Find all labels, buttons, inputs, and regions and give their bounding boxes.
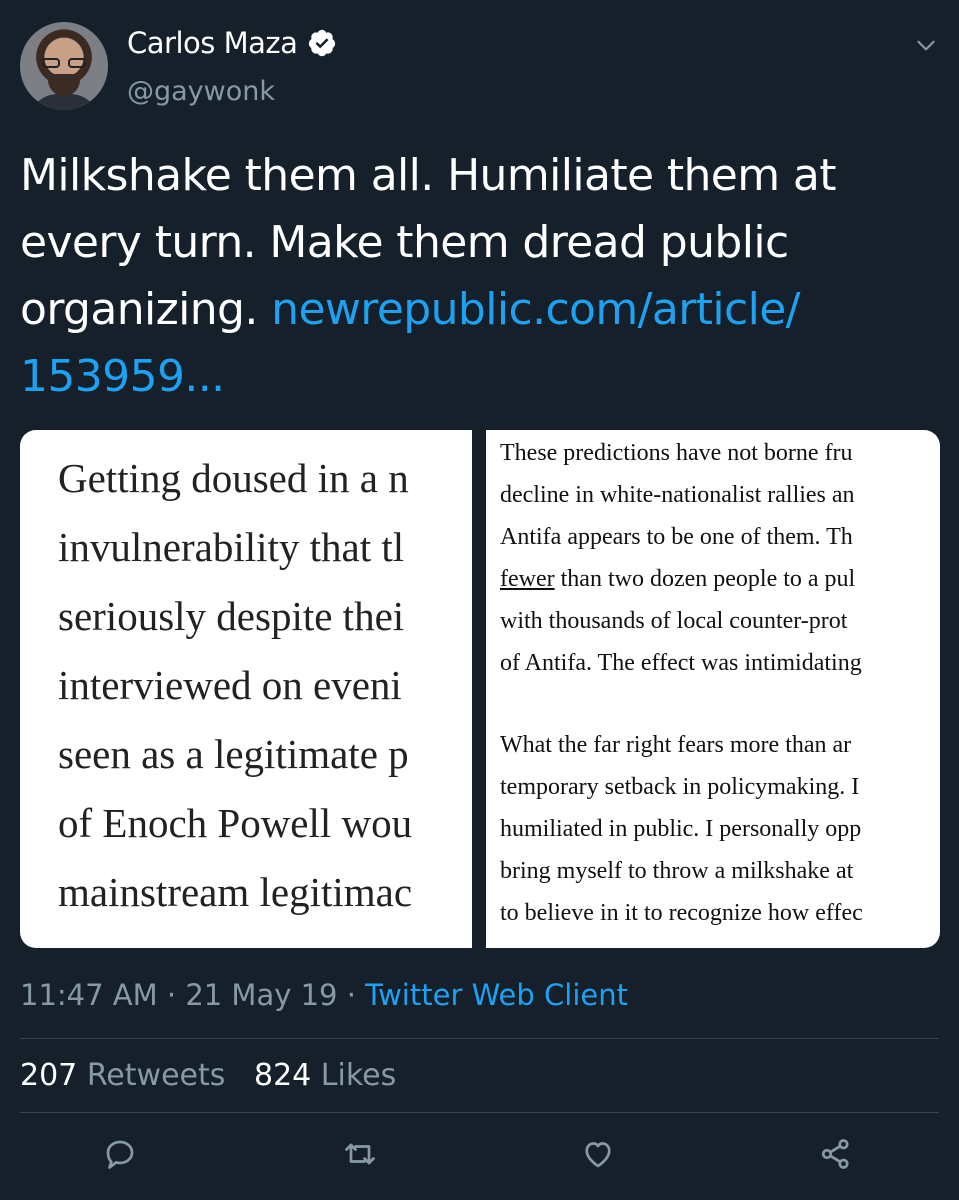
media-text-line: invulnerability that tl (58, 524, 405, 570)
divider (20, 1038, 939, 1039)
media-text-line: interviewed on eveni (58, 662, 402, 708)
share-icon[interactable] (818, 1136, 854, 1172)
media-text-line: seen as a legitimate p (58, 731, 409, 777)
media-text-line: decline in white-nationalist rallies an (500, 482, 855, 508)
media-text-line: to believe in it to recognize how effec (500, 900, 863, 926)
chevron-down-icon[interactable] (913, 32, 939, 58)
tweet-media[interactable]: Getting doused in a n invulnerability th… (20, 430, 940, 948)
media-text-line: of Enoch Powell wou (58, 800, 413, 846)
tweet-stats: 207 Retweets 824 Likes (20, 1058, 396, 1093)
retweets-stat[interactable]: 207 Retweets (20, 1058, 225, 1093)
media-text-line: Antifa appears to be one of them. Th (500, 524, 853, 550)
verified-badge-icon (309, 29, 336, 57)
media-text-line: bring myself to throw a milkshake at (500, 858, 854, 884)
media-text-line: temporary setback in policymaking. I (500, 774, 860, 800)
author-name-row: Carlos Maza (127, 26, 337, 60)
tweet-date[interactable]: 21 May 19 (185, 978, 337, 1012)
media-text-line: Getting doused in a n (58, 455, 409, 501)
media-image-left[interactable]: Getting doused in a n invulnerability th… (20, 430, 472, 948)
media-image-right[interactable]: These predictions have not borne fru dec… (486, 430, 940, 948)
media-text-line: of Antifa. The effect was intimidating (500, 650, 862, 676)
tweet-source[interactable]: Twitter Web Client (365, 978, 628, 1012)
tweet-time[interactable]: 11:47 AM (20, 978, 158, 1012)
media-text-line: humiliated in public. I personally opp (500, 816, 862, 842)
media-text-line: What the far right fears more than ar (500, 732, 852, 758)
tweet-meta: 11:47 AM · 21 May 19 · Twitter Web Clien… (20, 978, 628, 1012)
tweet-header: Carlos Maza @gaywonk (20, 20, 939, 112)
media-text-line: seriously despite thei (58, 593, 405, 639)
author-name[interactable]: Carlos Maza (127, 26, 298, 60)
avatar[interactable] (20, 22, 108, 110)
author-handle[interactable]: @gaywonk (127, 76, 275, 107)
tweet-actions (20, 1132, 939, 1176)
likes-stat[interactable]: 824 Likes (254, 1058, 396, 1093)
media-text-line: These predictions have not borne fru (500, 440, 853, 466)
retweet-icon[interactable] (342, 1136, 378, 1172)
media-text-line: fewer than two dozen people to a pul (500, 566, 856, 592)
media-text-line: mainstream legitimac (58, 869, 413, 915)
divider (20, 1112, 939, 1113)
tweet-text: Milkshake them all. Humiliate them at ev… (20, 142, 920, 410)
media-text-line: with thousands of local counter-prot (500, 608, 848, 634)
reply-icon[interactable] (102, 1136, 138, 1172)
like-heart-icon[interactable] (580, 1136, 616, 1172)
